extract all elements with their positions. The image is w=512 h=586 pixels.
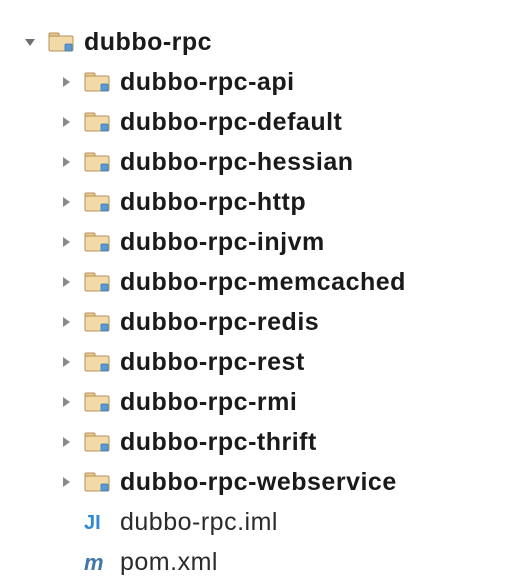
module-folder-icon [84, 111, 110, 133]
tree-row[interactable]: dubbo-rpc-thrift [22, 422, 512, 462]
chevron-right-icon[interactable] [58, 74, 74, 90]
tree-row[interactable]: dubbo-rpc-injvm [22, 222, 512, 262]
tree-label: dubbo-rpc-hessian [120, 142, 354, 182]
module-folder-icon [48, 31, 74, 53]
tree-row[interactable]: dubbo-rpc-api [22, 62, 512, 102]
tree-label: pom.xml [120, 542, 218, 582]
module-folder-icon [84, 71, 110, 93]
chevron-right-icon[interactable] [58, 434, 74, 450]
chevron-down-icon[interactable] [22, 34, 38, 50]
chevron-right-icon[interactable] [58, 154, 74, 170]
svg-text:JI: JI [84, 512, 101, 533]
module-folder-icon [84, 151, 110, 173]
tree-children: dubbo-rpc-api dubbo-rpc-default dubbo-rp… [22, 62, 512, 582]
tree-row-root[interactable]: dubbo-rpc [22, 22, 512, 62]
tree-label: dubbo-rpc-injvm [120, 222, 325, 262]
tree-label: dubbo-rpc-rmi [120, 382, 297, 422]
tree-row[interactable]: dubbo-rpc-redis [22, 302, 512, 342]
chevron-right-icon[interactable] [58, 234, 74, 250]
tree-label: dubbo-rpc-http [120, 182, 306, 222]
tree-label: dubbo-rpc-default [120, 102, 342, 142]
svg-text:m: m [84, 551, 104, 573]
tree-label: dubbo-rpc-rest [120, 342, 305, 382]
tree-row[interactable]: dubbo-rpc-memcached [22, 262, 512, 302]
tree-label: dubbo-rpc-redis [120, 302, 319, 342]
tree-row[interactable]: dubbo-rpc-hessian [22, 142, 512, 182]
tree-row[interactable]: JI dubbo-rpc.iml [22, 502, 512, 542]
module-folder-icon [84, 391, 110, 413]
tree-label: dubbo-rpc-api [120, 62, 295, 102]
chevron-right-icon[interactable] [58, 274, 74, 290]
module-folder-icon [84, 231, 110, 253]
tree-row[interactable]: dubbo-rpc-webservice [22, 462, 512, 502]
maven-pom-icon: m [84, 551, 110, 573]
iml-file-icon: JI [84, 511, 110, 533]
chevron-right-icon[interactable] [58, 394, 74, 410]
module-folder-icon [84, 191, 110, 213]
chevron-right-icon[interactable] [58, 354, 74, 370]
chevron-right-icon[interactable] [58, 474, 74, 490]
tree-label: dubbo-rpc-memcached [120, 262, 406, 302]
tree-row[interactable]: dubbo-rpc-default [22, 102, 512, 142]
chevron-right-icon[interactable] [58, 114, 74, 130]
module-folder-icon [84, 311, 110, 333]
tree-label: dubbo-rpc [84, 22, 212, 62]
project-tree: dubbo-rpc dubbo-rpc-api dubbo-rpc-defaul… [0, 0, 512, 582]
tree-label: dubbo-rpc-thrift [120, 422, 317, 462]
chevron-right-icon[interactable] [58, 314, 74, 330]
tree-row[interactable]: m pom.xml [22, 542, 512, 582]
module-folder-icon [84, 271, 110, 293]
chevron-right-icon[interactable] [58, 194, 74, 210]
tree-row[interactable]: dubbo-rpc-rmi [22, 382, 512, 422]
module-folder-icon [84, 431, 110, 453]
tree-row[interactable]: dubbo-rpc-http [22, 182, 512, 222]
module-folder-icon [84, 471, 110, 493]
tree-label: dubbo-rpc.iml [120, 502, 278, 542]
tree-row[interactable]: dubbo-rpc-rest [22, 342, 512, 382]
module-folder-icon [84, 351, 110, 373]
tree-label: dubbo-rpc-webservice [120, 462, 397, 502]
